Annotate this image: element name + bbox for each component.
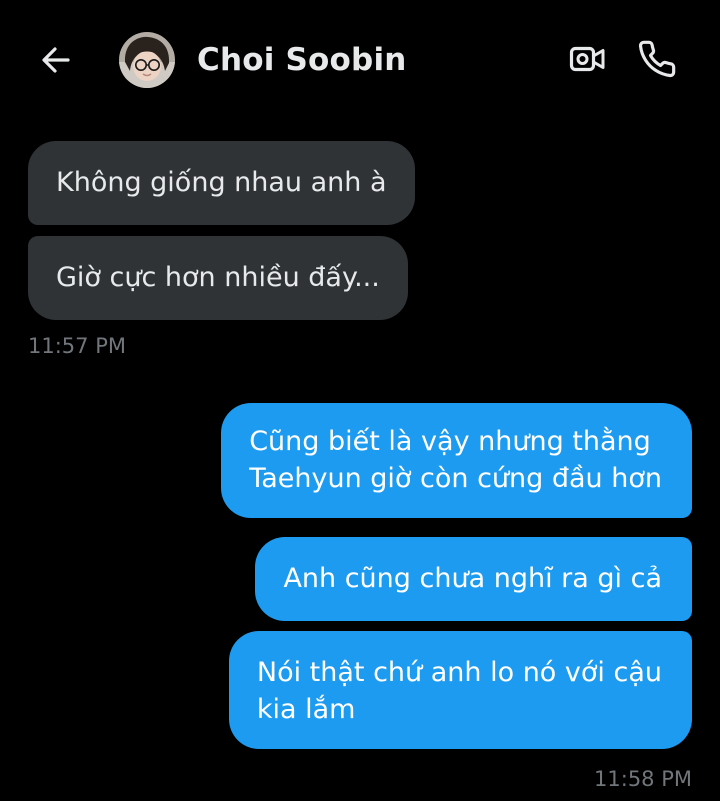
message-text: Cũng biết là vậy nhưng thằng	[249, 426, 651, 457]
phone-icon	[637, 39, 677, 83]
message-timestamp: 11:58 PM	[594, 767, 692, 791]
message-bubble-outgoing[interactable]: Cũng biết là vậy nhưng thằng Taehyun giờ…	[221, 403, 692, 518]
conversation-header: Choi Soobin	[0, 0, 720, 125]
message-text: Nói thật chứ anh lo nó với cậu	[256, 657, 662, 688]
contact-name[interactable]: Choi Soobin	[197, 42, 407, 78]
video-camera-icon	[567, 39, 607, 83]
back-button[interactable]	[34, 40, 78, 84]
phone-call-button[interactable]	[634, 38, 680, 84]
video-call-button[interactable]	[564, 38, 610, 84]
message-bubble-outgoing[interactable]: Nói thật chứ anh lo nó với cậu kia lắm	[228, 631, 692, 749]
message-text: Anh cũng chưa nghĩ ra gì cả	[283, 563, 662, 594]
message-text: Giờ cực hơn nhiều đấy...	[56, 262, 380, 293]
avatar[interactable]	[119, 32, 175, 88]
message-bubble-incoming[interactable]: Giờ cực hơn nhiều đấy...	[28, 236, 408, 320]
message-text: Taehyun giờ còn cứng đầu hơn	[249, 463, 662, 494]
message-text: Không giống nhau anh à	[56, 167, 387, 198]
message-text: kia lắm	[256, 694, 356, 725]
arrow-left-icon	[38, 42, 74, 82]
message-timestamp: 11:57 PM	[28, 334, 126, 358]
message-bubble-incoming[interactable]: Không giống nhau anh à	[28, 141, 415, 225]
message-bubble-outgoing[interactable]: Anh cũng chưa nghĩ ra gì cả	[255, 537, 692, 621]
